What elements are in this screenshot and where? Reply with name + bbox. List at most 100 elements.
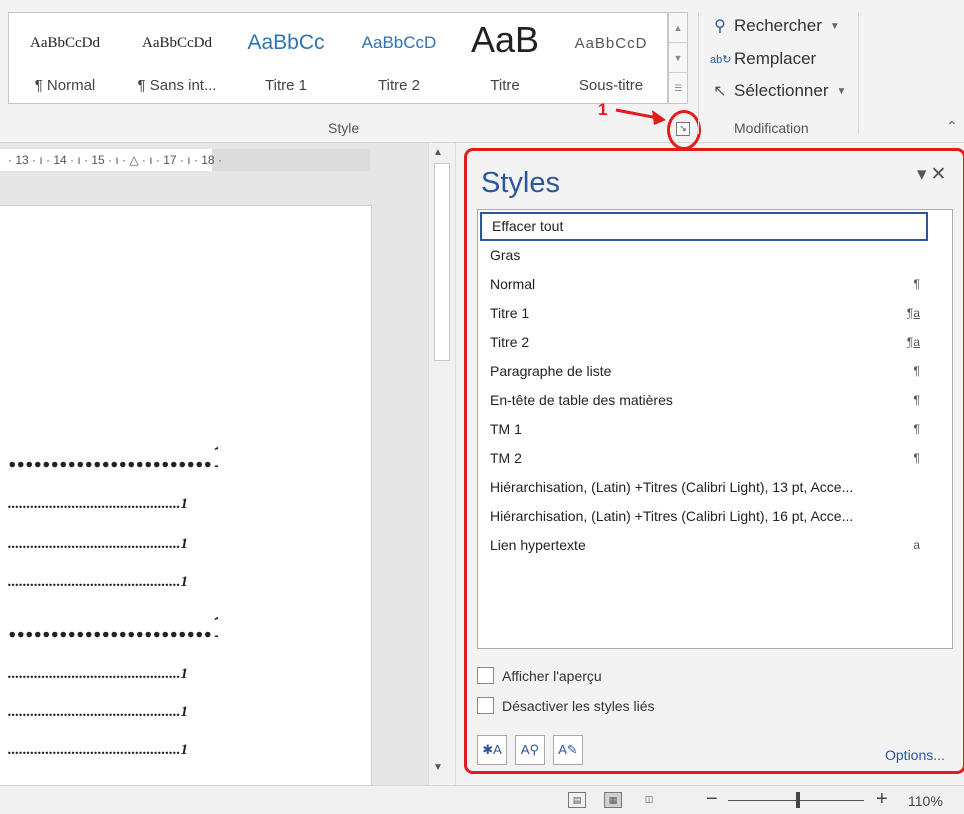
new-style-icon: ✱A xyxy=(482,742,502,757)
style-name: Sous-titre xyxy=(578,77,644,94)
status-bar: ▤ ▦ ◫ − + 110% xyxy=(0,785,964,814)
style-item-label: Titre 1 xyxy=(490,305,530,321)
style-item[interactable]: TM 2 ¶ xyxy=(478,444,952,473)
pane-title: Styles xyxy=(481,167,560,199)
options-link[interactable]: Options... xyxy=(885,747,945,763)
toc-line: ........................................… xyxy=(8,742,188,758)
paragraph-icon: ¶ xyxy=(913,422,920,436)
style-item[interactable]: Paragraphe de liste ¶ xyxy=(478,357,952,386)
style-item-label: Normal xyxy=(490,276,536,292)
zoom-slider-thumb[interactable] xyxy=(796,792,800,808)
annotation-circle xyxy=(667,110,701,150)
style-item[interactable]: Hiérarchisation, (Latin) +Titres (Calibr… xyxy=(478,502,952,531)
replace-button[interactable]: ab↻ Remplacer xyxy=(710,46,816,72)
style-sample: AaBbCc xyxy=(247,31,325,54)
style-name: ¶ Sans int... xyxy=(137,77,217,94)
style-subtitle[interactable]: AaBbCcD Sous-titre xyxy=(555,13,667,105)
styles-gallery: AaBbCcDd ¶ Normal AaBbCcDd ¶ Sans int...… xyxy=(8,12,668,104)
close-icon[interactable]: ✕ xyxy=(931,164,951,185)
gallery-scroll: ▲ ▼ ☰ xyxy=(668,12,688,104)
style-item-label: Hiérarchisation, (Latin) +Titres (Calibr… xyxy=(490,479,854,495)
style-normal[interactable]: AaBbCcDd ¶ Normal xyxy=(9,13,121,105)
find-button[interactable]: ⚲ Rechercher ▼ xyxy=(710,13,840,39)
style-item[interactable]: Normal ¶ xyxy=(478,270,952,299)
style-item[interactable]: Titre 2 ¶a xyxy=(478,328,952,357)
document-page[interactable]: ........................1 ..............… xyxy=(0,205,372,785)
style-title[interactable]: AaB Titre xyxy=(455,13,555,105)
style-sample: AaBbCcDd xyxy=(142,35,212,51)
toc-line: ........................................… xyxy=(8,496,188,512)
scroll-up-icon[interactable]: ▲ xyxy=(433,147,443,158)
style-item[interactable]: Lien hypertexte a xyxy=(478,531,952,560)
style-item-label: En-tête de table des matières xyxy=(490,392,673,408)
collapse-ribbon-icon[interactable]: ⌃ xyxy=(946,118,958,135)
style-item[interactable]: Gras xyxy=(478,241,952,270)
web-layout-icon[interactable]: ◫ xyxy=(640,792,658,808)
character-style-icon: a xyxy=(913,538,920,552)
show-preview-checkbox[interactable] xyxy=(477,667,494,684)
scroll-down-icon[interactable]: ▼ xyxy=(433,762,443,773)
show-preview-row[interactable]: Afficher l'aperçu xyxy=(477,667,602,684)
print-layout-icon[interactable]: ▦ xyxy=(604,792,622,808)
show-preview-label: Afficher l'aperçu xyxy=(502,667,602,684)
style-sample: AaBbCcDd xyxy=(30,35,100,51)
toc-line: ........................................… xyxy=(8,536,188,552)
zoom-out-button[interactable]: − xyxy=(706,788,718,811)
toc-line: ........................1 xyxy=(8,438,218,475)
style-heading-2[interactable]: AaBbCcD Titre 2 xyxy=(343,13,455,105)
gallery-down-icon[interactable]: ▼ xyxy=(669,43,687,73)
paragraph-icon: ¶ xyxy=(913,364,920,378)
replace-label: Remplacer xyxy=(734,49,817,68)
manage-styles-button[interactable]: A✎ xyxy=(553,735,583,765)
style-item-label: Lien hypertexte xyxy=(490,537,586,553)
style-item-label: Titre 2 xyxy=(490,334,530,350)
style-sample: AaBbCcD xyxy=(361,33,437,52)
style-item[interactable]: Titre 1 ¶a xyxy=(478,299,952,328)
style-inspector-button[interactable]: A⚲ xyxy=(515,735,545,765)
zoom-in-button[interactable]: + xyxy=(876,788,888,811)
new-style-button[interactable]: ✱A xyxy=(477,735,507,765)
style-item[interactable]: Hiérarchisation, (Latin) +Titres (Calibr… xyxy=(478,473,952,502)
editing-group-label: Modification xyxy=(734,120,809,136)
select-button[interactable]: ↖ Sélectionner ▼ xyxy=(710,78,846,104)
style-item-label: Paragraphe de liste xyxy=(490,363,612,379)
gallery-up-icon[interactable]: ▲ xyxy=(669,13,687,43)
style-item-clear-all[interactable]: Effacer tout xyxy=(480,212,928,241)
style-no-spacing[interactable]: AaBbCcDd ¶ Sans int... xyxy=(121,13,233,105)
toc-line: ........................................… xyxy=(8,666,188,682)
group-separator xyxy=(698,12,699,134)
pane-options-icon[interactable]: ▾ xyxy=(917,164,931,185)
styles-pane: Styles ▾✕ Effacer tout Gras Normal ¶ Tit… xyxy=(464,148,964,774)
read-mode-icon[interactable]: ▤ xyxy=(568,792,586,808)
find-label: Rechercher xyxy=(734,16,822,35)
manage-styles-icon: A✎ xyxy=(558,742,578,757)
disable-linked-label: Désactiver les styles liés xyxy=(502,697,655,714)
style-item-label: TM 1 xyxy=(490,421,522,437)
cursor-arrow-icon: ↖ xyxy=(713,83,727,100)
ruler-ticks: · 13 · ı · 14 · ı · 15 · ı · △ · ı · 17 … xyxy=(8,153,222,167)
replace-icon: ab↻ xyxy=(710,53,732,66)
select-label: Sélectionner xyxy=(734,81,829,100)
vertical-scrollbar[interactable]: ▲ ▼ xyxy=(428,143,456,785)
linked-style-icon: ¶a xyxy=(906,335,920,349)
style-inspector-icon: A⚲ xyxy=(520,742,540,757)
style-item[interactable]: TM 1 ¶ xyxy=(478,415,952,444)
zoom-level[interactable]: 110% xyxy=(908,793,943,809)
toc-line: ........................1 xyxy=(8,608,218,645)
style-item[interactable]: En-tête de table des matières ¶ xyxy=(478,386,952,415)
group-separator xyxy=(858,12,859,134)
pane-controls: ▾✕ xyxy=(917,163,950,186)
ribbon: AaBbCcDd ¶ Normal AaBbCcDd ¶ Sans int...… xyxy=(0,0,964,150)
disable-linked-checkbox[interactable] xyxy=(477,697,494,714)
style-heading-1[interactable]: AaBbCc Titre 1 xyxy=(233,13,339,105)
disable-linked-row[interactable]: Désactiver les styles liés xyxy=(477,697,655,714)
annotation-arrow-icon xyxy=(615,108,666,125)
style-name: Titre 1 xyxy=(265,77,307,94)
annotation-number: 1 xyxy=(598,100,608,119)
gallery-more-icon[interactable]: ☰ xyxy=(669,73,687,103)
scroll-thumb[interactable] xyxy=(434,163,450,361)
toc-line: ........................................… xyxy=(8,574,188,590)
style-name: Titre xyxy=(490,77,520,94)
horizontal-ruler[interactable]: · 13 · ı · 14 · ı · 15 · ı · △ · ı · 17 … xyxy=(0,149,370,171)
style-item-label: Gras xyxy=(490,247,521,263)
